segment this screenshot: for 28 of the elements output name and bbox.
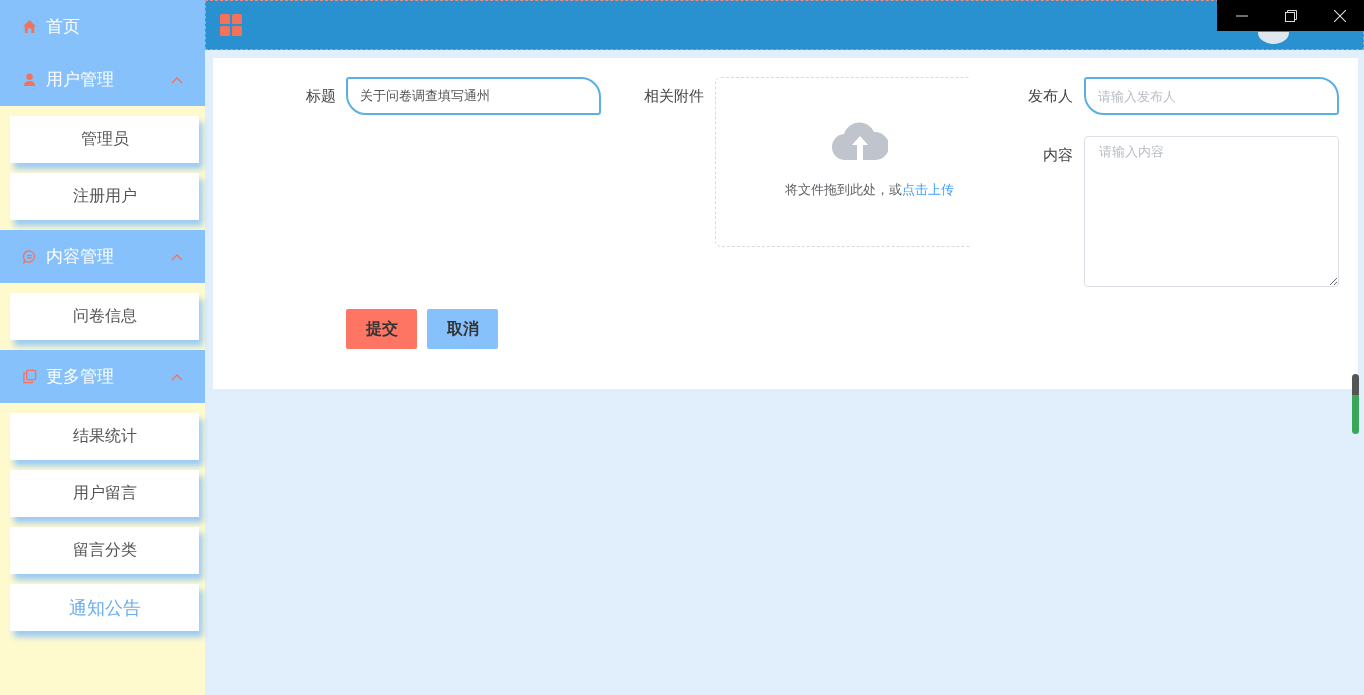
avatar[interactable] [1258,32,1289,44]
chevron-up-icon [171,372,183,381]
chevron-up-icon [171,252,183,261]
chat-icon [22,249,37,264]
field-label: 发布人 [1027,86,1073,106]
submenu-item[interactable]: 问卷信息 [10,293,199,340]
submenu-item[interactable]: 结果统计 [10,413,199,460]
publisher-input[interactable]: 请输入发布人 [1084,77,1339,115]
submenu-item[interactable]: 留言分类 [10,527,199,574]
user-icon [22,72,37,87]
submenu-item[interactable]: 管理员 [10,116,199,163]
cancel-button[interactable]: 取消 [427,309,498,349]
scrollbar-thumb[interactable] [1352,374,1359,434]
title-input[interactable]: 关于问卷调查填写通州 [346,77,601,115]
home-icon [22,19,37,34]
submit-button[interactable]: 提交 [346,309,417,349]
restore-icon[interactable] [1284,9,1297,22]
upload-dropzone[interactable]: 将文件拖到此处，或点击上传 [715,77,970,247]
field-label: 内容 [1042,145,1073,165]
chevron-up-icon [171,75,183,84]
field-label: 相关附件 [643,86,704,106]
content-textarea[interactable]: 请输入内容 [1084,136,1339,287]
close-icon[interactable] [1333,9,1346,22]
upload-hint: 将文件拖到此处，或 [784,183,902,197]
field-label: 标题 [305,86,336,106]
copy-icon [22,369,37,384]
submenu-item[interactable]: 注册用户 [10,173,199,220]
submenu-item[interactable]: 用户留言 [10,470,199,517]
